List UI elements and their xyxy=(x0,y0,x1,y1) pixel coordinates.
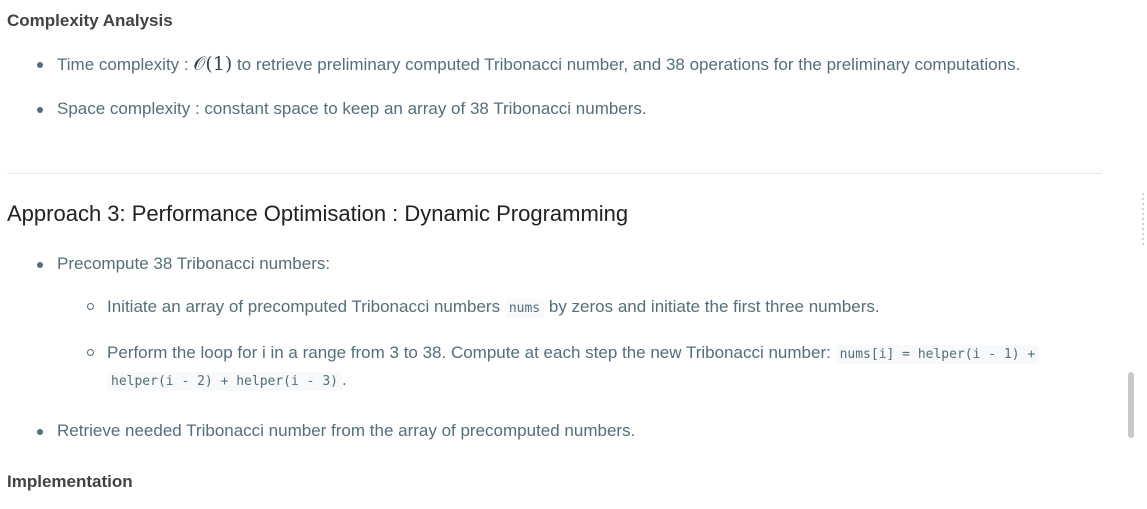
complexity-analysis-heading: Complexity Analysis xyxy=(7,11,173,30)
bullet-icon xyxy=(37,107,43,113)
space-complexity-item: Space complexity : constant space to kee… xyxy=(57,99,647,118)
loop-code-line-1: nums[i] = helper(i - 1) + xyxy=(835,345,1040,364)
precompute-item: Precompute 38 Tribonacci numbers: xyxy=(57,254,331,273)
circle-bullet-icon xyxy=(87,349,94,356)
approach-3-heading: Approach 3: Performance Optimisation : D… xyxy=(7,201,629,226)
loop-item-line-2: helper(i - 2) + helper(i - 3). xyxy=(107,367,347,395)
initiate-text-prefix: Initiate an array of precomputed Tribona… xyxy=(107,297,505,316)
nums-code: nums xyxy=(504,299,545,318)
bullet-icon xyxy=(37,262,43,268)
resize-handle[interactable] xyxy=(1142,193,1144,245)
scrollbar-thumb[interactable] xyxy=(1128,372,1134,438)
bullet-icon xyxy=(37,62,43,68)
initiate-array-item: Initiate an array of precomputed Tribona… xyxy=(107,294,880,322)
time-complexity-prefix: Time complexity : xyxy=(57,55,194,74)
time-complexity-item: Time complexity : 𝒪(1) to retrieve preli… xyxy=(57,51,1020,78)
big-o-formula: 𝒪(1) xyxy=(193,53,233,75)
loop-item-line-1: Perform the loop for i in a range from 3… xyxy=(107,340,1040,368)
implementation-heading: Implementation xyxy=(7,472,133,491)
initiate-text-suffix: by zeros and initiate the first three nu… xyxy=(544,297,880,316)
time-complexity-text: to retrieve preliminary computed Tribona… xyxy=(232,55,1021,74)
retrieve-item: Retrieve needed Tribonacci number from t… xyxy=(57,421,636,440)
section-divider xyxy=(7,173,1102,174)
loop-code-line-2: helper(i - 2) + helper(i - 3) xyxy=(107,372,342,391)
article-content: Complexity Analysis Time complexity : 𝒪(… xyxy=(0,0,1103,509)
circle-bullet-icon xyxy=(87,303,94,310)
bullet-icon xyxy=(37,429,43,435)
loop-text-suffix: . xyxy=(341,370,347,389)
loop-text-prefix: Perform the loop for i in a range from 3… xyxy=(107,343,836,362)
